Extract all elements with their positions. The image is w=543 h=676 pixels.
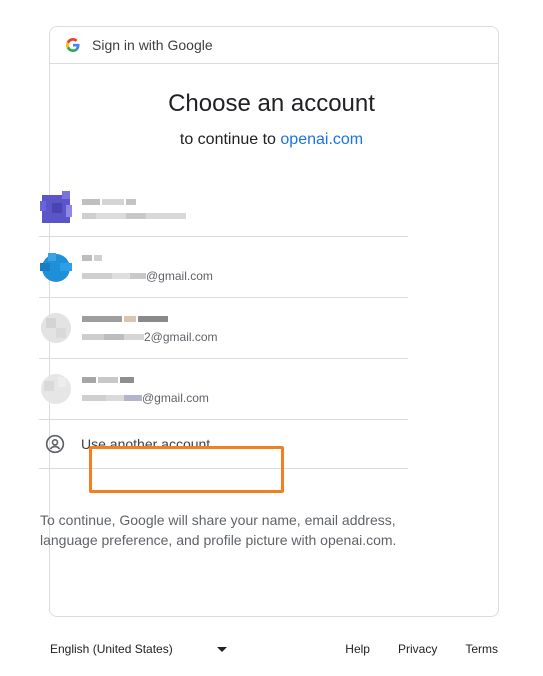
account-email: @gmail.com [82, 269, 213, 283]
avatar [40, 190, 72, 223]
account-email: 2@gmail.com [82, 330, 218, 344]
use-another-account-label: Use another account [81, 436, 211, 452]
account-name [82, 312, 218, 326]
subtitle-prefix: to continue to [179, 131, 281, 148]
account-item[interactable]: @gmail.com [39, 359, 408, 420]
account-item[interactable]: 2@gmail.com [39, 298, 408, 359]
use-another-account-button[interactable]: Use another account [39, 420, 408, 469]
terms-link[interactable]: Terms [465, 642, 498, 656]
account-item[interactable]: @gmail.com [39, 237, 408, 298]
account-email: @gmail.com [82, 391, 209, 405]
account-name [82, 195, 186, 209]
dropdown-caret-icon [216, 646, 227, 652]
avatar [40, 251, 72, 283]
header-title: Sign in with Google [92, 37, 213, 53]
language-selector[interactable]: English (United States) [50, 642, 230, 656]
card-header: Sign in with Google [50, 27, 498, 64]
app-link[interactable]: openai.com [280, 131, 363, 148]
account-name [82, 251, 213, 265]
help-link[interactable]: Help [345, 642, 370, 656]
account-name [82, 373, 209, 387]
privacy-link[interactable]: Privacy [398, 642, 437, 656]
avatar [40, 373, 72, 405]
account-item[interactable] [39, 177, 408, 237]
account-email [82, 212, 186, 219]
page-title: Choose an account [168, 90, 375, 117]
footer: English (United States) Help Privacy Ter… [50, 640, 498, 658]
language-label: English (United States) [50, 642, 173, 656]
avatar [40, 312, 72, 344]
account-circle-icon [45, 434, 65, 454]
disclaimer-text: To continue, Google will share your name… [40, 512, 397, 548]
page-subtitle: to continue to openai.com [0, 131, 543, 149]
account-list: @gmail.com 2@gmail.com @gmail.com Use an… [39, 177, 408, 469]
google-g-icon [66, 38, 80, 52]
